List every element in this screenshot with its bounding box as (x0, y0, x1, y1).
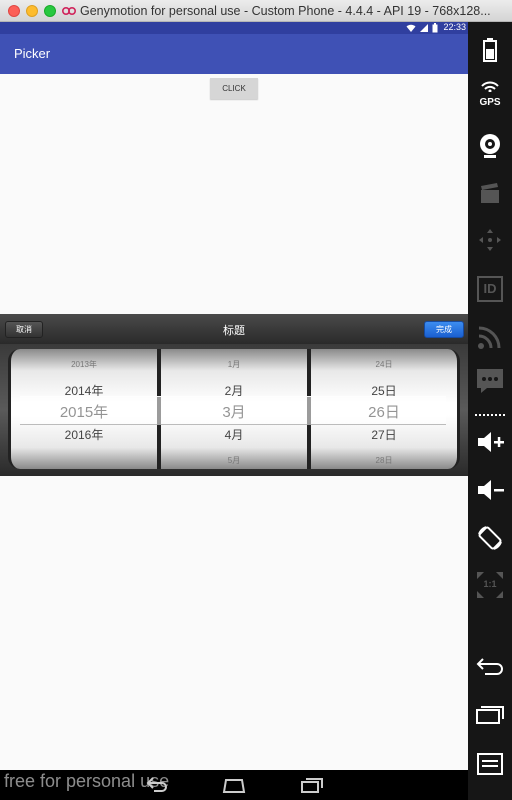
year-option[interactable]: 2016年 (11, 426, 157, 443)
volume-up-tool[interactable] (468, 430, 512, 459)
menu-icon (477, 753, 503, 775)
window-title-bar: Genymotion for personal use - Custom Pho… (0, 0, 512, 22)
sms-tool[interactable] (468, 368, 512, 399)
month-option[interactable]: 5月 (161, 455, 307, 466)
rss-icon (478, 326, 501, 349)
genymotion-logo-icon (62, 7, 76, 15)
year-option[interactable]: 2014年 (11, 382, 157, 399)
minimize-window-button[interactable] (26, 5, 38, 17)
rotate-screen-icon (478, 526, 502, 550)
wifi-icon (406, 24, 416, 32)
status-bar: 22:33 (0, 22, 468, 34)
move-arrows-icon (479, 229, 501, 251)
nav-recents-icon[interactable] (300, 776, 324, 794)
status-time: 22:33 (443, 22, 466, 32)
year-option-selected[interactable]: 2015年 (11, 401, 157, 422)
emulator-toolbar: GPS ID 1:1 (468, 22, 512, 800)
action-bar: Picker (0, 34, 468, 74)
device-id-icon: ID (477, 276, 503, 302)
network-tool[interactable] (468, 324, 512, 355)
nav-back-icon[interactable] (146, 776, 170, 794)
picker-toolbar: 取消 标题 完成 (0, 314, 468, 344)
battery-icon (483, 38, 497, 62)
picker-done-button[interactable]: 完成 (424, 321, 464, 338)
day-option[interactable]: 25日 (311, 382, 457, 399)
volume-down-tool[interactable] (468, 478, 512, 507)
day-option[interactable]: 28日 (311, 455, 457, 466)
day-option-selected[interactable]: 26日 (311, 401, 457, 422)
screencast-tool[interactable] (468, 182, 512, 209)
remote-control-tool[interactable] (468, 228, 512, 257)
battery-icon (432, 23, 438, 33)
day-option[interactable]: 24日 (311, 359, 457, 370)
navigation-bar: free for personal use (0, 770, 468, 800)
rotate-tool[interactable] (468, 524, 512, 557)
gps-label: GPS (479, 97, 501, 108)
click-button[interactable]: CLICK (210, 78, 258, 99)
device-id-tool[interactable]: ID (468, 276, 512, 302)
volume-up-icon (478, 432, 504, 452)
app-title: Picker (14, 46, 51, 61)
menu-tool[interactable] (468, 752, 512, 781)
signal-icon (420, 24, 428, 32)
nav-home-icon[interactable] (222, 776, 246, 794)
month-option[interactable]: 2月 (161, 382, 307, 399)
month-option[interactable]: 4月 (161, 426, 307, 443)
month-option[interactable]: 1月 (161, 359, 307, 370)
year-wheel[interactable]: 2013年 2014年 2015年 2016年 (8, 349, 160, 469)
month-wheel[interactable]: 1月 2月 3月 4月 5月 (158, 349, 310, 469)
watermark-text: free for personal use (4, 771, 170, 791)
webcam-tool[interactable] (468, 132, 512, 165)
gps-signal-icon (481, 81, 499, 93)
day-option[interactable]: 27日 (311, 426, 457, 443)
webcam-icon (480, 134, 500, 158)
picker-title: 标题 (223, 325, 245, 337)
pixel-perfect-tool[interactable]: 1:1 (468, 570, 512, 605)
recent-apps-icon (476, 706, 504, 724)
volume-down-icon (478, 480, 504, 500)
picker-wheels: 2013年 2014年 2015年 2016年 1月 2月 3月 4月 5月 2… (0, 344, 468, 476)
month-option-selected[interactable]: 3月 (161, 401, 307, 422)
clapperboard-icon (481, 183, 499, 203)
recent-apps-tool[interactable] (468, 702, 512, 729)
separator-dots (468, 414, 512, 419)
ratio-label: 1:1 (483, 579, 497, 589)
back-arrow-icon (476, 658, 503, 675)
battery-tool[interactable] (468, 38, 512, 67)
close-window-button[interactable] (8, 5, 20, 17)
window-title: Genymotion for personal use - Custom Pho… (80, 4, 491, 18)
phone-screen: 22:33 Picker CLICK 取消 标题 完成 2013年 2014年 … (0, 22, 468, 770)
day-wheel[interactable]: 24日 25日 26日 27日 28日 (308, 349, 460, 469)
zoom-window-button[interactable] (44, 5, 56, 17)
chat-bubble-icon (477, 369, 503, 393)
gps-tool[interactable]: GPS (468, 78, 512, 108)
back-tool[interactable] (468, 656, 512, 681)
year-option[interactable]: 2013年 (11, 359, 157, 370)
